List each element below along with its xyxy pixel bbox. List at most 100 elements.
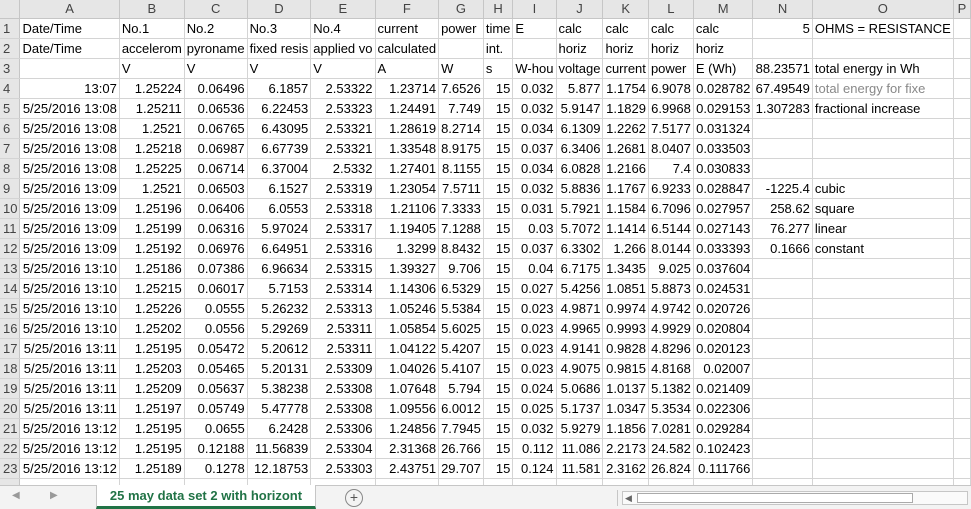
- cell-o15[interactable]: [812, 298, 954, 319]
- cell-j4[interactable]: 5.877: [556, 78, 604, 99]
- cell-k9[interactable]: 1.1767: [602, 178, 649, 199]
- cell-k14[interactable]: 1.0851: [602, 278, 649, 299]
- cell-h16[interactable]: 15: [483, 318, 514, 339]
- cell-n5[interactable]: 1.307283: [752, 98, 813, 119]
- column-header-p[interactable]: P: [953, 0, 971, 19]
- cell-c9[interactable]: 0.06503: [184, 178, 248, 199]
- cell-a3[interactable]: [19, 58, 120, 79]
- cell-n15[interactable]: [752, 298, 813, 319]
- cell-c23[interactable]: 0.1278: [184, 458, 248, 479]
- cell-n12[interactable]: 0.1666: [752, 238, 813, 259]
- cell-e11[interactable]: 2.53317: [310, 218, 376, 239]
- cell-e13[interactable]: 2.53315: [310, 258, 376, 279]
- cell-h17[interactable]: 15: [483, 338, 514, 359]
- cell-p17[interactable]: [953, 338, 971, 359]
- cell-c1[interactable]: No.2: [184, 18, 248, 39]
- cell-l18[interactable]: 4.8168: [648, 358, 694, 379]
- cell-i14[interactable]: 0.027: [512, 278, 557, 299]
- cell-c11[interactable]: 0.06316: [184, 218, 248, 239]
- cell-e2[interactable]: applied vo: [310, 38, 376, 59]
- row-header[interactable]: 5: [0, 98, 21, 119]
- cell-j16[interactable]: 4.9965: [556, 318, 604, 339]
- cell-d10[interactable]: 6.0553: [247, 198, 312, 219]
- cell-m7[interactable]: 0.033503: [693, 138, 754, 159]
- cell-b10[interactable]: 1.25196: [119, 198, 185, 219]
- cell-h3[interactable]: s: [483, 58, 514, 79]
- cell-p13[interactable]: [953, 258, 971, 279]
- cell-m12[interactable]: 0.033393: [693, 238, 754, 259]
- row-header[interactable]: 4: [0, 78, 21, 99]
- row-header[interactable]: 13: [0, 258, 21, 279]
- cell-j9[interactable]: 5.8836: [556, 178, 604, 199]
- cell-k17[interactable]: 0.9828: [602, 338, 649, 359]
- cell-i1[interactable]: E: [512, 18, 557, 39]
- cell-l19[interactable]: 5.1382: [648, 378, 694, 399]
- cell-b8[interactable]: 1.25225: [119, 158, 185, 179]
- cell-c12[interactable]: 0.06976: [184, 238, 248, 259]
- cell-f5[interactable]: 1.24491: [375, 98, 440, 119]
- cell-m5[interactable]: 0.029153: [693, 98, 754, 119]
- cell-d8[interactable]: 6.37004: [247, 158, 312, 179]
- cell-o6[interactable]: [812, 118, 954, 139]
- cell-c21[interactable]: 0.0655: [184, 418, 248, 439]
- cell-c14[interactable]: 0.06017: [184, 278, 248, 299]
- cell-o23[interactable]: [812, 458, 954, 479]
- cell-j2[interactable]: horiz: [556, 38, 604, 59]
- cell-a6[interactable]: 5/25/2016 13:08: [19, 118, 120, 139]
- cell-i2[interactable]: [512, 38, 557, 59]
- cell-o13[interactable]: [812, 258, 954, 279]
- cell-i6[interactable]: 0.034: [512, 118, 557, 139]
- cell-e23[interactable]: 2.53303: [310, 458, 376, 479]
- cell-e17[interactable]: 2.53311: [310, 338, 376, 359]
- cell-b4[interactable]: 1.25224: [119, 78, 185, 99]
- cell-k20[interactable]: 1.0347: [602, 398, 649, 419]
- cell-o9[interactable]: cubic: [812, 178, 954, 199]
- scroll-tabs-left-icon[interactable]: ◀: [12, 490, 20, 501]
- cell-i16[interactable]: 0.023: [512, 318, 557, 339]
- cell-k3[interactable]: current: [602, 58, 649, 79]
- cell-e15[interactable]: 2.53313: [310, 298, 376, 319]
- cell-d6[interactable]: 6.43095: [247, 118, 312, 139]
- cell-a2[interactable]: Date/Time: [19, 38, 120, 59]
- row-header[interactable]: 18: [0, 358, 21, 379]
- cell-b3[interactable]: V: [119, 58, 185, 79]
- cell-i9[interactable]: 0.032: [512, 178, 557, 199]
- cell-m22[interactable]: 0.102423: [693, 438, 754, 459]
- row-header[interactable]: 11: [0, 218, 21, 239]
- cell-b22[interactable]: 1.25195: [119, 438, 185, 459]
- cell-n4[interactable]: 67.49549: [752, 78, 813, 99]
- cell-j5[interactable]: 5.9147: [556, 98, 604, 119]
- cell-l11[interactable]: 6.5144: [648, 218, 694, 239]
- cell-a8[interactable]: 5/25/2016 13:08: [19, 158, 120, 179]
- cell-b18[interactable]: 1.25203: [119, 358, 185, 379]
- cell-m18[interactable]: 0.02007: [693, 358, 754, 379]
- row-header[interactable]: 20: [0, 398, 21, 419]
- cell-c22[interactable]: 0.12188: [184, 438, 248, 459]
- cell-k11[interactable]: 1.1414: [602, 218, 649, 239]
- cell-m14[interactable]: 0.024531: [693, 278, 754, 299]
- cell-d19[interactable]: 5.38238: [247, 378, 312, 399]
- cell-k1[interactable]: calc: [602, 18, 649, 39]
- cell-i21[interactable]: 0.032: [512, 418, 557, 439]
- cell-o10[interactable]: square: [812, 198, 954, 219]
- cell-h18[interactable]: 15: [483, 358, 514, 379]
- cell-a14[interactable]: 5/25/2016 13:10: [19, 278, 120, 299]
- cell-j15[interactable]: 4.9871: [556, 298, 604, 319]
- cell-b7[interactable]: 1.25218: [119, 138, 185, 159]
- cell-j17[interactable]: 4.9141: [556, 338, 604, 359]
- cell-k21[interactable]: 1.1856: [602, 418, 649, 439]
- cell-f11[interactable]: 1.19405: [375, 218, 440, 239]
- cell-p3[interactable]: [953, 58, 971, 79]
- cell-o12[interactable]: constant: [812, 238, 954, 259]
- cell-p8[interactable]: [953, 158, 971, 179]
- horizontal-scrollbar[interactable]: ◀: [622, 491, 968, 505]
- row-header[interactable]: 14: [0, 278, 21, 299]
- column-header-g[interactable]: G: [438, 0, 484, 19]
- row-header[interactable]: 10: [0, 198, 21, 219]
- cell-l3[interactable]: power: [648, 58, 694, 79]
- cell-n21[interactable]: [752, 418, 813, 439]
- cell-i11[interactable]: 0.03: [512, 218, 557, 239]
- cell-o11[interactable]: linear: [812, 218, 954, 239]
- cell-a5[interactable]: 5/25/2016 13:08: [19, 98, 120, 119]
- cell-j7[interactable]: 6.3406: [556, 138, 604, 159]
